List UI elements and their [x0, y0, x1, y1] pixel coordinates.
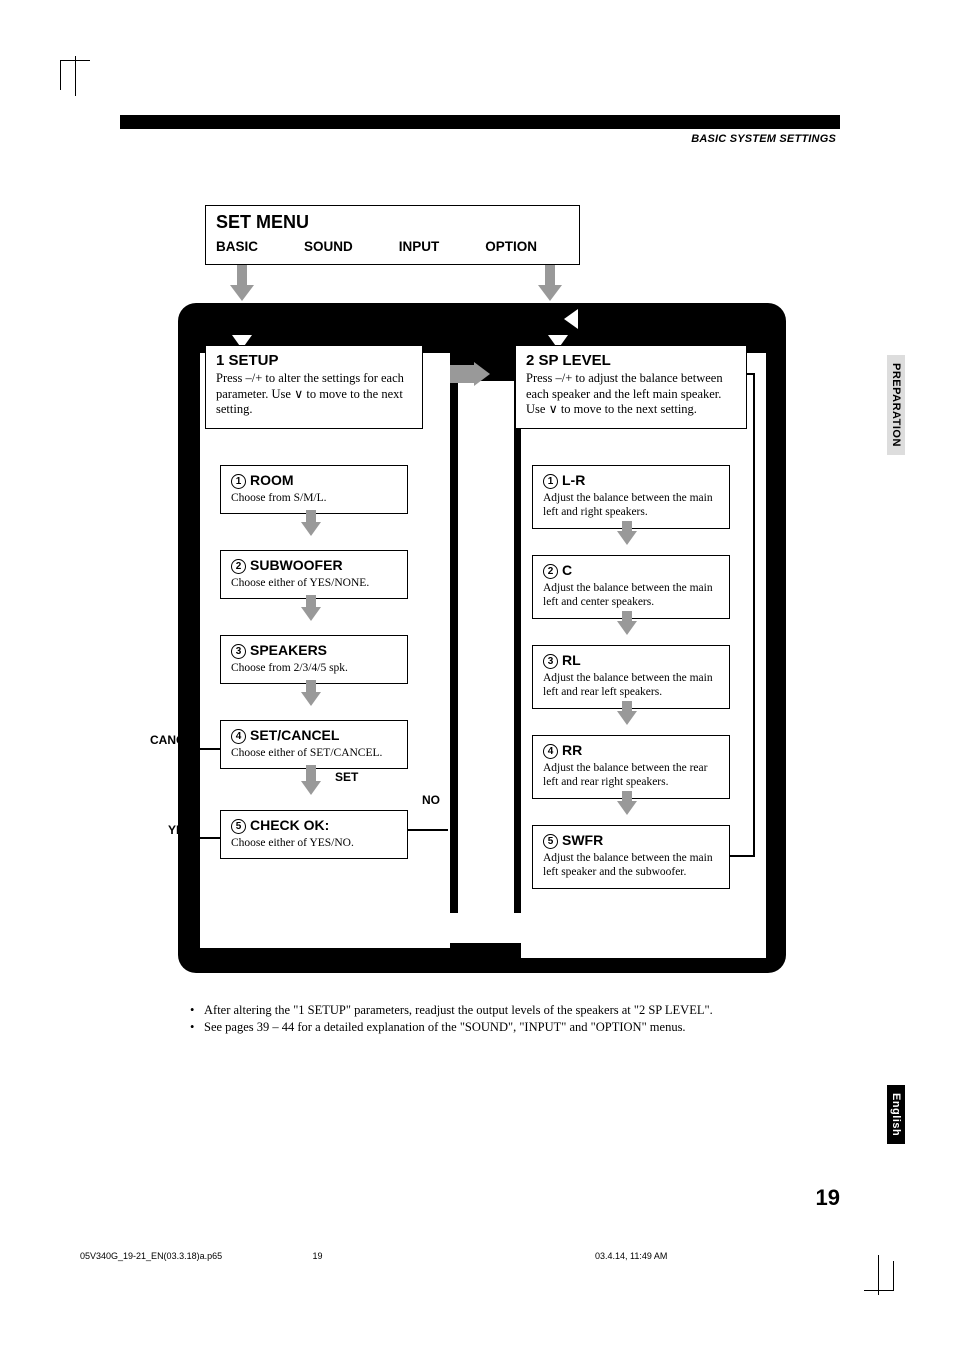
tab-option: OPTION	[485, 239, 537, 254]
setup-desc: Press –/+ to alter the settings for each…	[216, 371, 412, 418]
note-1: After altering the "1 SETUP" parameters,…	[190, 1003, 840, 1018]
splevel-item-rr: 4RR Adjust the balance between the rear …	[532, 735, 730, 799]
print-footer: 05V340G_19-21_EN(03.3.18)a.p65 19 03.4.1…	[80, 1251, 880, 1261]
footer-page: 19	[313, 1251, 593, 1261]
header-bar	[120, 115, 840, 129]
tab-input: INPUT	[399, 239, 440, 254]
splevel-item-c: 2C Adjust the balance between the main l…	[532, 555, 730, 619]
set-menu-title: SET MENU	[216, 212, 569, 233]
side-tab-preparation: PREPARATION	[887, 355, 905, 455]
side-tab-language: English	[887, 1085, 905, 1144]
setup-item-subwoofer: 2SUBWOOFER Choose either of YES/NONE.	[220, 550, 408, 599]
label-no: NO	[422, 793, 440, 807]
setup-item-speakers: 3SPEAKERS Choose from 2/3/4/5 spk.	[220, 635, 408, 684]
footer-datetime: 03.4.14, 11:49 AM	[595, 1251, 667, 1261]
flow-diagram: SET MENU BASIC SOUND INPUT OPTION	[120, 205, 840, 985]
page-number: 19	[816, 1185, 840, 1211]
label-set: SET	[335, 770, 358, 784]
splevel-item-swfr: 5SWFR Adjust the balance between the mai…	[532, 825, 730, 889]
note-2: See pages 39 – 44 for a detailed explana…	[190, 1020, 840, 1035]
setup-item-setcancel: 4SET/CANCEL Choose either of SET/CANCEL.	[220, 720, 408, 769]
splevel-title: 2 SP LEVEL	[526, 352, 736, 369]
splevel-box: 2 SP LEVEL Press –/+ to adjust the balan…	[515, 345, 747, 429]
tab-sound: SOUND	[304, 239, 353, 254]
footer-filename: 05V340G_19-21_EN(03.3.18)a.p65	[80, 1251, 310, 1261]
setup-item-room: 1ROOM Choose from S/M/L.	[220, 465, 408, 514]
splevel-item-rl: 3RL Adjust the balance between the main …	[532, 645, 730, 709]
setup-item-checkok: 5CHECK OK: Choose either of YES/NO.	[220, 810, 408, 859]
page-content: BASIC SYSTEM SETTINGS PREPARATION Englis…	[120, 115, 840, 1037]
setup-box: 1 SETUP Press –/+ to alter the settings …	[205, 345, 423, 429]
label-cancel: CANCEL	[150, 733, 200, 747]
label-yes: YES	[168, 823, 192, 837]
tab-basic: BASIC	[216, 239, 258, 254]
set-menu-box: SET MENU BASIC SOUND INPUT OPTION	[205, 205, 580, 265]
splevel-item-lr: 1L-R Adjust the balance between the main…	[532, 465, 730, 529]
splevel-desc: Press –/+ to adjust the balance between …	[526, 371, 736, 418]
setup-title: 1 SETUP	[216, 352, 412, 369]
notes-list: After altering the "1 SETUP" parameters,…	[190, 1003, 840, 1035]
section-header: BASIC SYSTEM SETTINGS	[120, 129, 840, 145]
